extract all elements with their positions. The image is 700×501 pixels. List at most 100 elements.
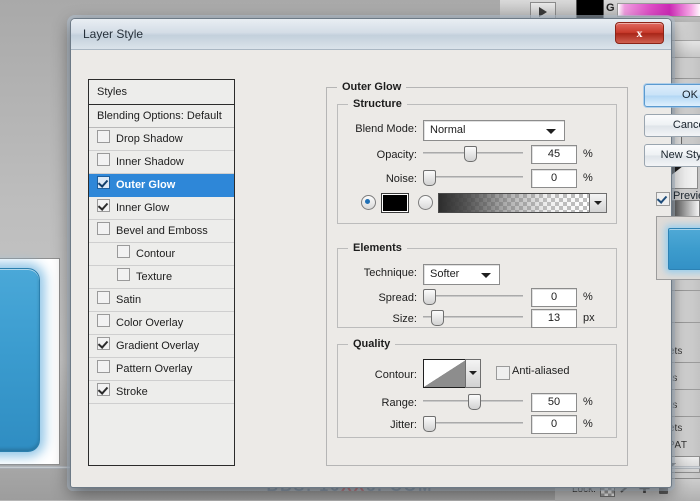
glow-gradient-dropdown[interactable] bbox=[589, 193, 607, 213]
spread-slider[interactable] bbox=[423, 289, 523, 305]
size-label: Size: bbox=[392, 313, 417, 325]
ok-button[interactable]: OK bbox=[644, 84, 700, 107]
gradient-letter-label: G bbox=[606, 2, 615, 14]
checkbox-checked-icon[interactable] bbox=[97, 337, 110, 350]
contour-preview[interactable] bbox=[423, 359, 467, 388]
chevron-down-icon bbox=[481, 273, 491, 278]
background-swatch[interactable] bbox=[576, 0, 604, 19]
noise-unit: % bbox=[583, 172, 593, 184]
anti-aliased-label: Anti-aliased bbox=[512, 365, 570, 377]
slider-knob[interactable] bbox=[423, 289, 436, 305]
structure-group-title: Structure bbox=[348, 98, 407, 110]
checkbox-icon[interactable] bbox=[97, 153, 110, 166]
close-button[interactable]: x bbox=[615, 22, 664, 44]
checkbox-icon[interactable] bbox=[97, 222, 110, 235]
layer-style-dialog: Layer Style x Styles Blending Options: D… bbox=[70, 18, 700, 488]
checkbox-icon[interactable] bbox=[97, 360, 110, 373]
slider-knob[interactable] bbox=[468, 394, 481, 410]
checkbox-icon[interactable] bbox=[117, 268, 130, 281]
glow-gradient-radio[interactable] bbox=[418, 195, 433, 210]
slider-knob[interactable] bbox=[423, 170, 436, 186]
contour-dropdown[interactable] bbox=[465, 359, 481, 388]
range-label: Range: bbox=[381, 397, 417, 409]
style-item-inner-shadow[interactable]: Inner Shadow bbox=[89, 151, 234, 174]
checkbox-icon[interactable] bbox=[97, 314, 110, 327]
style-item-outer-glow[interactable]: Outer Glow bbox=[89, 174, 234, 197]
opacity-label: Opacity: bbox=[376, 149, 417, 161]
new-style-button[interactable]: New Style... bbox=[644, 144, 700, 167]
jitter-slider[interactable] bbox=[423, 416, 523, 432]
spread-input[interactable]: 0 bbox=[531, 288, 577, 307]
opacity-input[interactable]: 45 bbox=[531, 145, 577, 164]
blending-options-item[interactable]: Blending Options: Default bbox=[89, 105, 234, 128]
gradient-preview-bar[interactable] bbox=[617, 3, 700, 17]
structure-group: Structure Blend Mode: Normal Opacity: 45… bbox=[337, 98, 617, 224]
style-item-label: Stroke bbox=[116, 386, 148, 399]
style-item-drop-shadow[interactable]: Drop Shadow bbox=[89, 128, 234, 151]
spread-label: Spread: bbox=[378, 292, 417, 304]
preview-checkbox[interactable] bbox=[656, 192, 670, 206]
style-item-inner-glow[interactable]: Inner Glow bbox=[89, 197, 234, 220]
range-input[interactable]: 50 bbox=[531, 393, 577, 412]
contour-ramp-icon bbox=[424, 360, 466, 387]
size-unit: px bbox=[583, 312, 595, 324]
style-item-label: Texture bbox=[136, 271, 173, 284]
dialog-title-bar[interactable]: Layer Style x bbox=[71, 19, 671, 50]
technique-select[interactable]: Softer bbox=[423, 264, 500, 285]
size-input[interactable]: 13 bbox=[531, 309, 577, 328]
range-unit: % bbox=[583, 396, 593, 408]
checkbox-icon[interactable] bbox=[97, 130, 110, 143]
style-item-label: Drop Shadow bbox=[116, 133, 183, 146]
cancel-button[interactable]: Cancel bbox=[644, 114, 700, 137]
noise-slider[interactable] bbox=[423, 170, 523, 186]
glow-gradient-preview[interactable] bbox=[438, 193, 590, 213]
style-item-contour[interactable]: Contour bbox=[89, 243, 234, 266]
blend-mode-value: Normal bbox=[430, 124, 466, 136]
dialog-title: Layer Style bbox=[83, 27, 144, 41]
anti-aliased-checkbox[interactable] bbox=[496, 366, 510, 380]
document-blue-shape bbox=[0, 268, 40, 452]
outer-glow-group: Outer Glow Structure Blend Mode: Normal … bbox=[326, 81, 628, 466]
style-item-color-overlay[interactable]: Color Overlay bbox=[89, 312, 234, 335]
dialog-body: Styles Blending Options: Default Drop Sh… bbox=[71, 49, 700, 487]
slider-knob[interactable] bbox=[431, 310, 444, 326]
checkbox-checked-icon[interactable] bbox=[97, 383, 110, 396]
noise-input[interactable]: 0 bbox=[531, 169, 577, 188]
style-item-bevel-and-emboss[interactable]: Bevel and Emboss bbox=[89, 220, 234, 243]
checkbox-icon[interactable] bbox=[97, 291, 110, 304]
slider-knob[interactable] bbox=[464, 146, 477, 162]
style-item-label: Pattern Overlay bbox=[116, 363, 193, 376]
range-slider[interactable] bbox=[423, 394, 523, 410]
glow-color-radio[interactable] bbox=[361, 195, 376, 210]
checkbox-checked-icon[interactable] bbox=[97, 199, 110, 212]
slider-track bbox=[423, 422, 523, 424]
style-item-satin[interactable]: Satin bbox=[89, 289, 234, 312]
spread-unit: % bbox=[583, 291, 593, 303]
checkbox-checked-icon[interactable] bbox=[97, 176, 110, 189]
contour-label: Contour: bbox=[374, 369, 417, 381]
checkbox-icon[interactable] bbox=[117, 245, 130, 258]
style-item-texture[interactable]: Texture bbox=[89, 266, 234, 289]
jitter-label: Jitter: bbox=[390, 419, 417, 431]
glow-color-swatch[interactable] bbox=[381, 193, 409, 213]
style-item-label: Bevel and Emboss bbox=[116, 225, 208, 238]
quality-group: Quality Contour: Anti-aliased Range: 50 … bbox=[337, 338, 617, 438]
style-item-gradient-overlay[interactable]: Gradient Overlay bbox=[89, 335, 234, 358]
jitter-input[interactable]: 0 bbox=[531, 415, 577, 434]
blend-mode-select[interactable]: Normal bbox=[423, 120, 565, 141]
styles-header: Styles bbox=[89, 80, 234, 105]
technique-value: Softer bbox=[430, 268, 460, 280]
style-item-stroke[interactable]: Stroke bbox=[89, 381, 234, 404]
style-item-label: Satin bbox=[116, 294, 142, 307]
style-item-label: Inner Glow bbox=[116, 202, 170, 215]
style-item-pattern-overlay[interactable]: Pattern Overlay bbox=[89, 358, 234, 381]
opacity-slider[interactable] bbox=[423, 146, 523, 162]
size-slider[interactable] bbox=[423, 310, 523, 326]
slider-knob[interactable] bbox=[423, 416, 436, 432]
elements-group-title: Elements bbox=[348, 242, 407, 254]
preview-label: Preview bbox=[673, 190, 700, 202]
outer-glow-group-title: Outer Glow bbox=[337, 81, 407, 93]
blend-mode-label: Blend Mode: bbox=[355, 123, 417, 135]
style-item-label: Contour bbox=[136, 248, 176, 261]
style-item-label: Gradient Overlay bbox=[116, 340, 200, 353]
